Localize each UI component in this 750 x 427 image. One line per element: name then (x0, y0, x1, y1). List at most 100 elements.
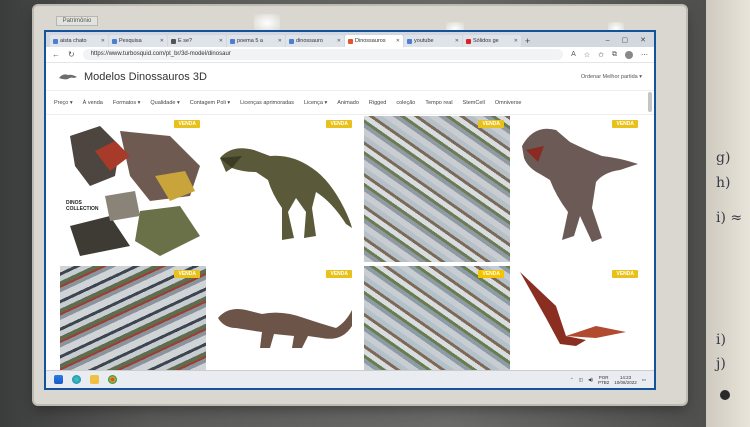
filter-bar: Preço ▾ À venda Formatos ▾ Qualidade ▾ C… (46, 91, 654, 115)
favorites-icon[interactable]: ✩ (598, 51, 604, 59)
browser-tab[interactable]: Sólidos ge ✕ (463, 35, 521, 47)
product-card[interactable]: VENDA (212, 266, 358, 370)
filter-stemcell[interactable]: StemCell (463, 100, 485, 106)
collection-label-line: COLLECTION (66, 206, 99, 212)
browser-tab[interactable]: youtube ✕ (404, 35, 462, 47)
product-card[interactable]: VENDA (60, 266, 206, 370)
windows-taskbar: ⌃ ◫ ◀) POR PTB2 14:23 10/08/2022 ▭ (46, 370, 654, 388)
language-indicator[interactable]: POR PTB2 (598, 375, 609, 385)
close-icon[interactable]: ✕ (101, 38, 105, 44)
star-icon[interactable]: ☆ (584, 51, 590, 59)
pen-dot (720, 390, 730, 400)
maximize-button[interactable]: ▢ (622, 35, 629, 47)
site-header: Modelos Dinossauros 3D Ordenar Melhor pa… (46, 63, 654, 91)
collection-label: DINOS COLLECTION (66, 200, 99, 212)
tab-favicon-icon (112, 38, 117, 44)
pterosaur-image (520, 272, 626, 346)
browser-tab[interactable]: dinossauro ✕ (286, 35, 344, 47)
product-card[interactable]: DINOS COLLECTION VENDA (60, 116, 206, 262)
more-menu-icon[interactable]: ⋯ (641, 51, 648, 59)
product-card[interactable]: VENDA (212, 116, 358, 262)
close-icon[interactable]: ✕ (455, 38, 459, 44)
page-title: Modelos Dinossauros 3D (84, 70, 207, 83)
sale-badge: VENDA (478, 270, 504, 278)
product-card[interactable]: VENDA (516, 266, 644, 370)
close-icon[interactable]: ✕ (160, 38, 164, 44)
edge-icon[interactable] (72, 375, 81, 384)
trex-model-image (220, 148, 352, 240)
network-icon[interactable]: ◫ (579, 377, 583, 383)
filter-animated[interactable]: Animado (337, 100, 359, 106)
browser-tab[interactable]: Pesquisa ✕ (109, 35, 167, 47)
notifications-icon[interactable]: ▭ (642, 377, 646, 383)
filter-price[interactable]: Preço ▾ (54, 100, 73, 106)
tab-favicon-icon (230, 38, 235, 44)
filter-real-time[interactable]: Tempo real (425, 100, 452, 106)
notebook-mark: h) (716, 175, 731, 191)
address-bar: ← ↻ https://www.turbosquid.com/pt_br/3d-… (46, 47, 654, 63)
filter-formats[interactable]: Formatos ▾ (113, 100, 141, 106)
browser-tab[interactable]: poema 5 a ✕ (227, 35, 285, 47)
close-icon[interactable]: ✕ (337, 38, 341, 44)
window-controls: – ▢ ✕ (606, 35, 654, 47)
browser-tab[interactable]: E se? ✕ (168, 35, 226, 47)
tab-label: poema 5 a (237, 38, 263, 44)
product-card[interactable]: VENDA (364, 266, 510, 370)
sale-badge: VENDA (612, 120, 638, 128)
dino-collection-image (70, 126, 200, 256)
sale-badge: VENDA (174, 270, 200, 278)
filter-license[interactable]: Licença ▾ (304, 100, 327, 106)
filter-rigged[interactable]: Rigged (369, 100, 386, 106)
new-tab-button[interactable]: + (525, 35, 530, 47)
notebook-mark: i) ≈ (716, 210, 743, 226)
close-icon[interactable]: ✕ (219, 38, 223, 44)
windows-start-icon[interactable] (54, 375, 63, 384)
filter-enhanced-licenses[interactable]: Licenças aprimoradas (240, 100, 294, 106)
filter-collection[interactable]: coleção (396, 100, 415, 106)
product-card[interactable]: VENDA (364, 116, 510, 262)
back-arrow-icon[interactable]: ← (52, 50, 60, 59)
monitor-screen: aista chato ✕ Pesquisa ✕ E se? ✕ poema 5 a ✕… (44, 30, 656, 390)
chrome-icon[interactable] (108, 375, 117, 384)
filter-poly-count[interactable]: Contagem Poli ▾ (190, 100, 230, 106)
turbosquid-favicon-icon (348, 38, 353, 44)
filter-quality[interactable]: Qualidade ▾ (150, 100, 179, 106)
page-scrollbar[interactable] (648, 92, 652, 112)
turbosquid-logo-icon[interactable] (58, 72, 78, 82)
close-icon[interactable]: ✕ (396, 38, 400, 44)
tab-label: youtube (414, 38, 434, 44)
chevron-up-icon[interactable]: ⌃ (570, 377, 574, 383)
sale-badge: VENDA (326, 270, 352, 278)
tab-label: aista chato (60, 38, 87, 44)
asset-sticker: Patrimônio (56, 16, 98, 26)
refresh-icon[interactable]: ↻ (68, 50, 75, 59)
browser-tab-active[interactable]: Dinossauros ✕ (345, 35, 403, 47)
filter-omniverse[interactable]: Omniverse (495, 100, 522, 106)
tab-favicon-icon (407, 38, 412, 44)
tab-label: Sólidos ge (473, 38, 499, 44)
close-icon[interactable]: ✕ (514, 38, 518, 44)
product-card[interactable]: VENDA (516, 116, 644, 262)
notebook-mark: g) (716, 150, 731, 166)
trex-roaring-image (522, 128, 638, 242)
product-grid: DINOS COLLECTION VENDA VENDA VENDA VENDA … (60, 116, 644, 386)
close-icon[interactable]: ✕ (278, 38, 282, 44)
volume-icon[interactable]: ◀) (588, 377, 593, 383)
collections-icon[interactable]: ⧉ (612, 51, 617, 59)
tab-label: Dinossauros (355, 38, 386, 44)
file-explorer-icon[interactable] (90, 375, 99, 384)
profile-avatar[interactable] (625, 50, 633, 59)
clock[interactable]: 14:23 10/08/2022 (614, 375, 637, 385)
system-tray: ⌃ ◫ ◀) POR PTB2 14:23 10/08/2022 ▭ (570, 375, 646, 385)
read-aloud-icon[interactable]: A (571, 51, 576, 58)
filter-on-sale[interactable]: À venda (83, 100, 103, 106)
notebook-mark: i) (716, 332, 726, 348)
sale-badge: VENDA (174, 120, 200, 128)
trex-walking-image (218, 309, 352, 348)
browser-tab[interactable]: aista chato ✕ (50, 35, 108, 47)
minimize-button[interactable]: – (606, 35, 610, 47)
sale-badge: VENDA (478, 120, 504, 128)
close-window-button[interactable]: ✕ (640, 35, 646, 47)
url-field[interactable]: https://www.turbosquid.com/pt_br/3d-mode… (82, 49, 564, 60)
sort-dropdown[interactable]: Ordenar Melhor partida ▾ (581, 74, 642, 80)
